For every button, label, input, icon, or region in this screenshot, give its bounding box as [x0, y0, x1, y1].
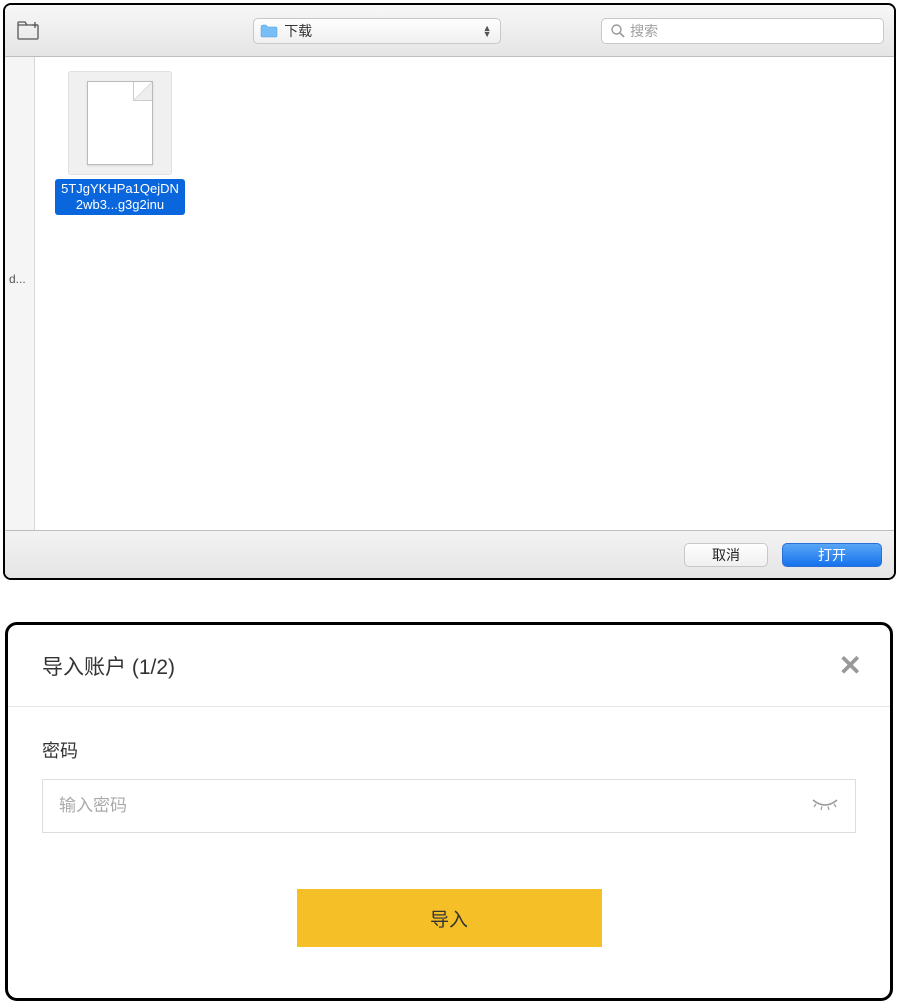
new-folder-button[interactable] — [15, 19, 43, 43]
search-icon — [610, 23, 626, 39]
import-button-row: 导入 — [42, 833, 856, 947]
close-icon[interactable]: ✕ — [839, 652, 862, 680]
search-input[interactable] — [630, 23, 875, 39]
file-thumbnail — [68, 71, 172, 175]
password-field-row — [42, 779, 856, 833]
folder-add-icon — [17, 21, 41, 41]
password-label: 密码 — [42, 737, 856, 763]
search-box[interactable] — [601, 18, 884, 44]
eye-closed-icon[interactable] — [811, 797, 839, 815]
file-picker-window: 下载 ▲▼ d... 5TJgYKHPa1QejDN2wb3...g3g2inu — [3, 3, 896, 580]
dialog-body: 密码 导入 — [8, 707, 890, 998]
folder-select-dropdown[interactable]: 下载 ▲▼ — [253, 18, 501, 44]
file-grid[interactable]: 5TJgYKHPa1QejDN2wb3...g3g2inu — [35, 57, 894, 530]
folder-select-label: 下载 — [284, 21, 480, 41]
open-button[interactable]: 打开 — [782, 543, 882, 567]
file-picker-body: d... 5TJgYKHPa1QejDN2wb3...g3g2inu — [5, 57, 894, 530]
chevron-updown-icon: ▲▼ — [480, 25, 494, 37]
file-picker-toolbar: 下载 ▲▼ — [5, 5, 894, 57]
document-icon — [87, 81, 153, 165]
file-picker-sidebar[interactable]: d... — [5, 57, 35, 530]
file-item[interactable]: 5TJgYKHPa1QejDN2wb3...g3g2inu — [55, 71, 185, 215]
password-input[interactable] — [59, 796, 811, 816]
dialog-title: 导入账户 (1/2) — [42, 651, 175, 681]
import-account-dialog: 导入账户 (1/2) ✕ 密码 导入 — [5, 622, 893, 1001]
dialog-header: 导入账户 (1/2) ✕ — [8, 625, 890, 707]
sidebar-truncated-text: d... — [9, 272, 26, 286]
folder-icon — [260, 24, 278, 38]
cancel-button[interactable]: 取消 — [684, 543, 768, 567]
import-button[interactable]: 导入 — [297, 889, 602, 947]
file-picker-footer: 取消 打开 — [5, 530, 894, 578]
file-label: 5TJgYKHPa1QejDN2wb3...g3g2inu — [55, 179, 185, 215]
